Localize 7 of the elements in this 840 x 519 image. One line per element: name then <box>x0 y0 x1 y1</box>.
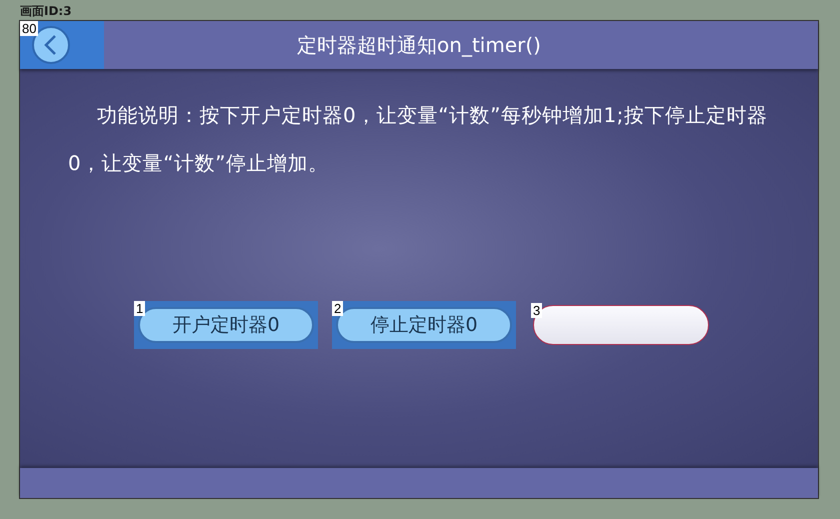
window-title: 定时器超时通知on_timer() <box>296 32 542 58</box>
index-tag: 3 <box>531 303 542 318</box>
index-tag: 1 <box>134 301 146 316</box>
index-tag: 80 <box>20 21 38 36</box>
index-tag: 2 <box>332 301 344 316</box>
screen-label: 画面ID:3 <box>19 3 72 20</box>
description-text: 功能说明：按下开户定时器0，让变量“计数”每秒钟增加1;按下停止定时器0，让变量“计数”停止增加。 <box>67 102 768 177</box>
